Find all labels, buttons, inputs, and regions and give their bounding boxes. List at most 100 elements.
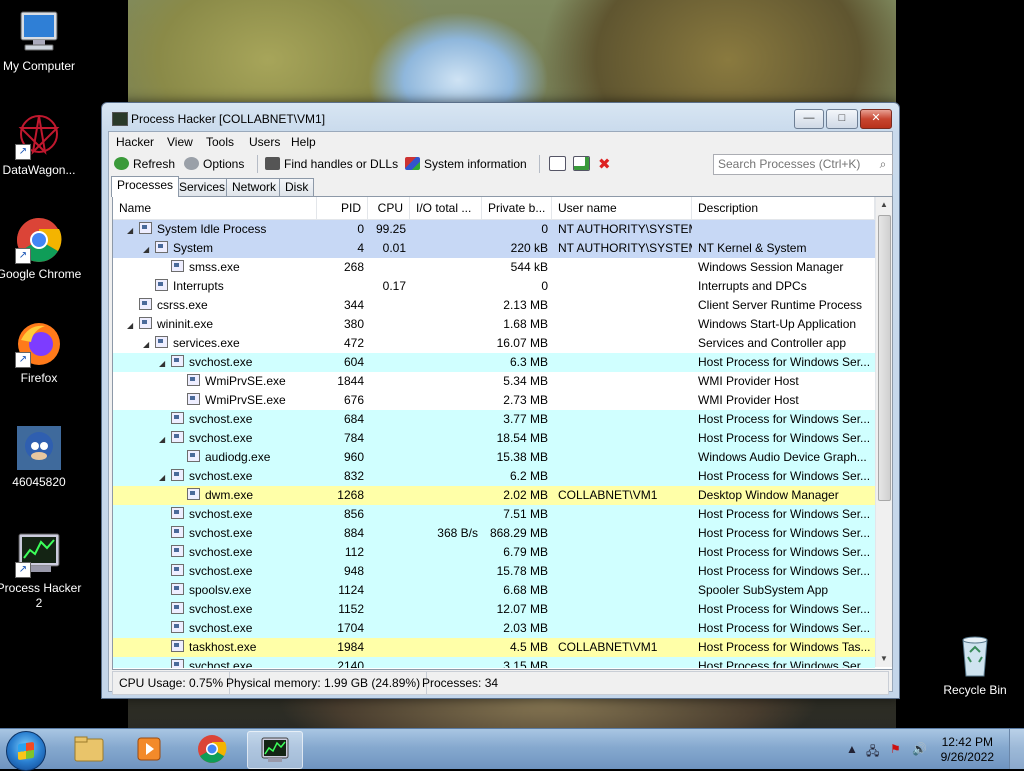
menu-view[interactable]: View [167,135,193,149]
search-icon[interactable]: ⌕ [876,157,890,171]
pid-cell: 1984 [337,640,364,654]
system-information-button[interactable]: System information [405,156,527,173]
options-button[interactable]: Options [184,156,244,173]
desktop-icon-my-computer[interactable]: My Computer [0,8,84,74]
tree-expander-icon[interactable]: ◢ [159,430,169,448]
process-name-cell: svchost.exe [159,562,317,581]
process-row[interactable]: WmiPrvSE.exe 1844 5.34 MB WMI Provider Host [113,372,875,391]
action-center-flag-icon[interactable]: ⚑ [890,742,901,756]
taskbar-media-player[interactable] [123,731,177,767]
process-row[interactable]: csrss.exe 344 2.13 MB Client Server Runtime… [113,296,875,315]
tree-expander-icon[interactable]: ◢ [127,221,137,239]
menu-tools[interactable]: Tools [206,135,234,149]
search-processes-box[interactable]: ⌕ [713,154,893,175]
process-row[interactable]: svchost.exe 1704 2.03 MB Host Process for W… [113,619,875,638]
process-row[interactable]: dwm.exe 1268 2.02 MB COLLABNET\VM1 Desktop W… [113,486,875,505]
tab-network[interactable]: Network [226,178,283,196]
desktop-icon-process-hacker[interactable]: ↗ Process Hacker 2 [0,530,84,611]
scroll-up-arrow-icon[interactable]: ▲ [876,197,892,213]
column-header-pid[interactable]: PID [317,197,368,219]
process-row[interactable]: ◢ svchost.exe 832 6.2 MB Host Process for Wi… [113,467,875,486]
process-row[interactable]: ◢ System 4 0.01 220 kB NT AUTHORITY\SYSTEM NT … [113,239,875,258]
io-total-cell [410,429,482,448]
column-header-description[interactable]: Description [692,197,875,219]
tab-disk[interactable]: Disk [279,178,315,196]
pid-cell: 1704 [337,621,364,635]
process-row[interactable]: ◢ services.exe 472 16.07 MB Services and Con… [113,334,875,353]
scrollbar-thumb[interactable] [878,215,891,501]
process-row[interactable]: svchost.exe 684 3.77 MB Host Process for Wi… [113,410,875,429]
process-tree-grid[interactable]: Name PID CPU I/O total ... Private b... … [112,196,893,670]
search-processes-input[interactable] [714,155,877,172]
process-row[interactable]: smss.exe 268 544 kB Windows Session Manager [113,258,875,277]
terminate-button[interactable]: ✖ [598,156,611,173]
description-cell: Windows Audio Device Graph... [698,450,867,464]
network-icon[interactable]: 🖧 [866,742,879,763]
title-bar[interactable]: Process Hacker [COLLABNET\VM1] — □ ✕ [102,103,899,133]
process-row[interactable]: ◢ System Idle Process 0 99.25 0 NT AUTHORITY\… [113,220,875,239]
menu-help[interactable]: Help [291,135,316,149]
desktop-icon-image-file[interactable]: 46045820 [0,424,84,490]
menu-users[interactable]: Users [249,135,280,149]
taskbar-file-explorer[interactable] [62,731,116,767]
find-handles-button[interactable]: Find handles or DLLs [265,156,398,173]
tree-expander-icon[interactable]: ◢ [143,335,153,353]
process-icon [171,431,184,443]
tree-expander-icon[interactable]: ◢ [127,316,137,334]
tree-expander-icon[interactable]: ◢ [143,240,153,258]
user-name-cell [552,657,692,668]
close-button[interactable]: ✕ [860,109,892,129]
tree-expander-icon[interactable]: ◢ [159,468,169,486]
process-row[interactable]: taskhost.exe 1984 4.5 MB COLLABNET\VM1 Host … [113,638,875,657]
desktop-icon-firefox[interactable]: ↗ Firefox [0,320,84,386]
process-row[interactable]: ◢ wininit.exe 380 1.68 MB Windows Start-Up A… [113,315,875,334]
tab-processes[interactable]: Processes [111,176,180,197]
process-row[interactable]: svchost.exe 1152 12.07 MB Host Process for … [113,600,875,619]
window-icon-button[interactable] [549,156,570,173]
desktop-icon-recycle-bin[interactable]: Recycle Bin [930,632,1020,698]
scroll-down-arrow-icon[interactable]: ▼ [876,651,892,667]
io-total-cell: 368 B/s [437,526,478,540]
desktop-icon-datawagon[interactable]: ↗ DataWagon... [0,112,84,178]
minimize-button[interactable]: — [794,109,824,129]
taskbar-google-chrome[interactable] [185,731,239,767]
process-row[interactable]: spoolsv.exe 1124 6.68 MB Spooler SubSystem … [113,581,875,600]
process-row[interactable]: svchost.exe 112 6.79 MB Host Process for Wi… [113,543,875,562]
process-row[interactable]: svchost.exe 2140 3.15 MB Host Process for W… [113,657,875,668]
process-row[interactable]: WmiPrvSE.exe 676 2.73 MB WMI Provider Host [113,391,875,410]
process-name: svchost.exe [189,659,253,668]
tab-services[interactable]: Services [173,178,232,196]
process-row[interactable]: svchost.exe 948 15.78 MB Host Process for W… [113,562,875,581]
show-hidden-icons-button[interactable]: ▲ [846,742,858,756]
process-row[interactable]: svchost.exe 856 7.51 MB Host Process for Wi… [113,505,875,524]
start-button[interactable] [6,731,46,771]
maximize-button[interactable]: □ [826,109,858,129]
toolbar-separator [539,155,540,173]
vertical-scrollbar[interactable]: ▲ ▼ [875,197,892,667]
menu-hacker[interactable]: Hacker [116,135,154,149]
desktop-icon-google-chrome[interactable]: ↗ Google Chrome [0,216,84,282]
process-row[interactable]: Interrupts 0.17 0 Interrupts and DPCs [113,277,875,296]
column-header-user-name[interactable]: User name [552,197,692,219]
find-window-button[interactable] [573,156,594,173]
tree-expander-icon[interactable]: ◢ [159,354,169,372]
volume-icon[interactable]: 🔊 [912,742,927,756]
process-row[interactable]: audiodg.exe 960 15.38 MB Windows Audio Devi… [113,448,875,467]
refresh-button[interactable]: Refresh [114,156,175,173]
column-header-io-total[interactable]: I/O total ... [410,197,482,219]
system-clock[interactable]: 12:42 PM 9/26/2022 [941,735,994,765]
private-bytes-cell: 5.34 MB [503,374,548,388]
process-row[interactable]: ◢ svchost.exe 784 18.54 MB Host Process for … [113,429,875,448]
process-name-cell: ◢ svchost.exe [159,429,317,448]
process-row[interactable]: svchost.exe 884 368 B/s 868.29 MB Host Proce… [113,524,875,543]
process-name-cell: ◢ System [143,239,317,258]
column-header-private-bytes[interactable]: Private b... [482,197,552,219]
description-cell: Host Process for Windows Ser... [698,545,871,559]
taskbar-process-hacker[interactable] [247,731,303,769]
show-desktop-button[interactable] [1009,729,1024,769]
column-header-cpu[interactable]: CPU [368,197,410,219]
desktop-icon-label: Firefox [20,371,58,385]
process-row[interactable]: ◢ svchost.exe 604 6.3 MB Host Process for Wi… [113,353,875,372]
column-header-name[interactable]: Name [113,197,317,219]
shortcut-arrow-icon: ↗ [15,562,31,578]
